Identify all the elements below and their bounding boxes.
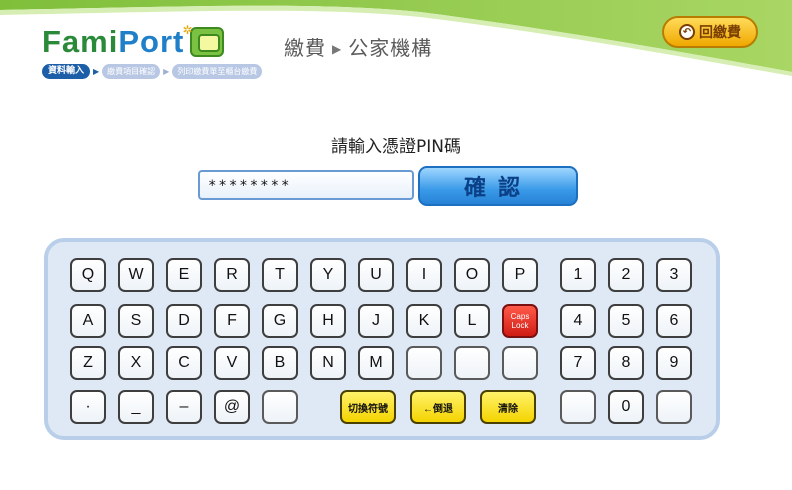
step-data-input: 資料輸入: [42, 64, 91, 79]
key-h[interactable]: H: [310, 304, 346, 338]
key-m[interactable]: M: [358, 346, 394, 380]
key-9[interactable]: 9: [656, 346, 692, 380]
back-to-payment-button[interactable]: ↶ 回繳費: [662, 16, 758, 48]
confirm-button[interactable]: 確認: [418, 166, 578, 206]
title-subcategory: 公家機構: [348, 36, 433, 60]
page-title: 繳費 ▶ 公家機構: [284, 32, 432, 61]
famiport-logo: FamiPort ✲: [42, 23, 225, 60]
key-d[interactable]: D: [166, 304, 202, 338]
key-s[interactable]: S: [118, 304, 154, 338]
key-underscore[interactable]: _: [118, 390, 154, 424]
key-at[interactable]: @: [214, 390, 250, 424]
clear-button[interactable]: 清除: [480, 390, 536, 424]
step-arrow-icon: ▶: [163, 67, 170, 76]
key-6[interactable]: 6: [656, 304, 692, 338]
key-5[interactable]: 5: [608, 304, 644, 338]
key-u[interactable]: U: [358, 258, 394, 292]
key-k[interactable]: K: [406, 304, 442, 338]
key-v[interactable]: V: [214, 346, 250, 380]
key-caps-lock[interactable]: Caps Lock: [502, 304, 538, 338]
key-c[interactable]: C: [166, 346, 202, 380]
key-p[interactable]: P: [502, 258, 538, 292]
key-g[interactable]: G: [262, 304, 298, 338]
title-category: 繳費: [284, 36, 326, 60]
step-progress: 資料輸入 ▶ 繳費項目確認 ▶ 列印繳費單至櫃台繳費: [42, 64, 263, 79]
step-confirm-items: 繳費項目確認: [102, 64, 161, 79]
key-l[interactable]: L: [454, 304, 490, 338]
key-1[interactable]: 1: [560, 258, 596, 292]
key-8[interactable]: 8: [608, 346, 644, 380]
mascot-icon: ✲: [182, 23, 225, 57]
key-blank[interactable]: [656, 390, 692, 424]
key-4[interactable]: 4: [560, 304, 596, 338]
key-blank[interactable]: [454, 346, 490, 380]
key-3[interactable]: 3: [656, 258, 692, 292]
key-z[interactable]: Z: [70, 346, 106, 380]
key-f[interactable]: F: [214, 304, 250, 338]
title-arrow-icon: ▶: [332, 42, 343, 56]
key-w[interactable]: W: [118, 258, 154, 292]
logo-fami-text: Fami: [42, 24, 119, 59]
key-blank[interactable]: [262, 390, 298, 424]
pin-prompt: 請輸入憑證PIN碼: [331, 137, 461, 157]
back-arrow-icon: ↶: [679, 24, 695, 40]
key-i[interactable]: I: [406, 258, 442, 292]
switch-symbols-button[interactable]: 切換符號: [340, 390, 396, 424]
virtual-keyboard: Q W E R T Y U I O P 1 2 3 A S D F G H J …: [44, 238, 720, 440]
key-n[interactable]: N: [310, 346, 346, 380]
key-dot[interactable]: ·: [70, 390, 106, 424]
step-print-slip: 列印繳費單至櫃台繳費: [172, 64, 263, 79]
key-t[interactable]: T: [262, 258, 298, 292]
key-blank[interactable]: [560, 390, 596, 424]
key-r[interactable]: R: [214, 258, 250, 292]
key-7[interactable]: 7: [560, 346, 596, 380]
logo-port-text: Port: [118, 24, 185, 59]
pin-input[interactable]: ********: [198, 170, 414, 200]
key-a[interactable]: A: [70, 304, 106, 338]
key-0[interactable]: 0: [608, 390, 644, 424]
back-button-label: 回繳費: [699, 25, 741, 41]
key-2[interactable]: 2: [608, 258, 644, 292]
step-arrow-icon: ▶: [93, 67, 100, 76]
key-b[interactable]: B: [262, 346, 298, 380]
backspace-button[interactable]: ←倒退: [410, 390, 466, 424]
key-j[interactable]: J: [358, 304, 394, 338]
sparkle-icon: ✲: [182, 23, 193, 37]
key-y[interactable]: Y: [310, 258, 346, 292]
key-q[interactable]: Q: [70, 258, 106, 292]
key-x[interactable]: X: [118, 346, 154, 380]
key-dash[interactable]: –: [166, 390, 202, 424]
key-e[interactable]: E: [166, 258, 202, 292]
key-blank[interactable]: [502, 346, 538, 380]
key-o[interactable]: O: [454, 258, 490, 292]
key-blank[interactable]: [406, 346, 442, 380]
